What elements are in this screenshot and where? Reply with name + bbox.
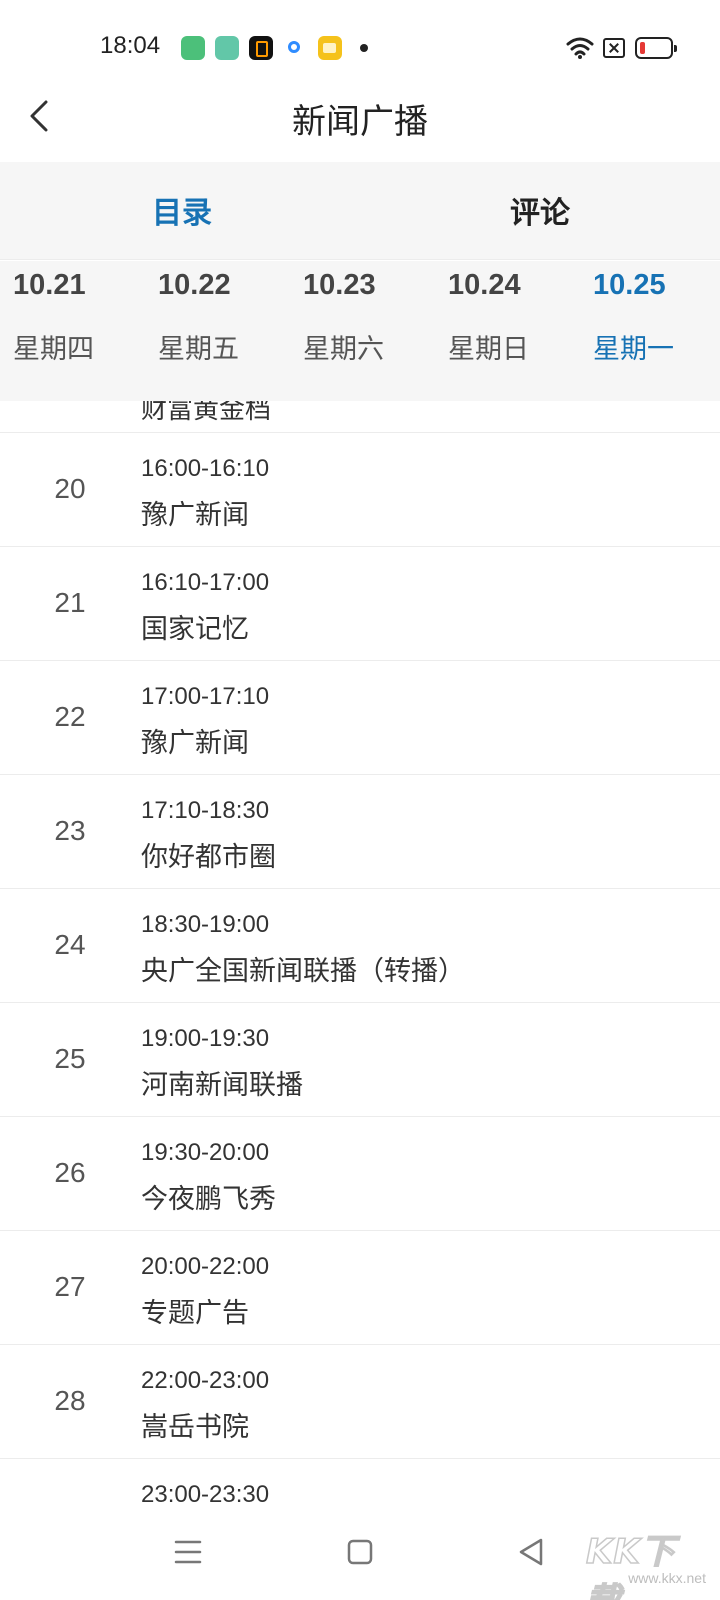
list-item[interactable]: 27 20:00-22:00 专题广告 (0, 1231, 720, 1345)
date-weekday: 星期六 (303, 334, 384, 365)
home-square-icon[interactable] (340, 1532, 380, 1572)
watermark-url: www.kkx.net (628, 1570, 706, 1586)
date-weekday: 星期日 (448, 334, 529, 365)
watermark-logo: KK下载 (585, 1531, 676, 1600)
program-name: 央广全国新闻联播（转播） (141, 956, 465, 987)
notification-app-icon (283, 36, 307, 60)
program-list[interactable]: 财富黄金档 20 16:00-16:10 豫广新闻 21 16:10-17:00… (0, 401, 720, 1510)
date-selector: 10.21 星期四 10.22 星期五 10.23 星期六 10.24 星期日 … (0, 261, 720, 401)
tab-comments[interactable]: 评论 (510, 188, 570, 232)
page-title: 新闻广播 (292, 102, 428, 142)
program-name: 你好都市圈 (141, 842, 276, 873)
program-time: 17:10-18:30 (141, 797, 270, 824)
tab-catalog[interactable]: 目录 (152, 188, 212, 232)
program-time: 16:00-16:10 (141, 455, 270, 482)
program-number: 26 (54, 1157, 86, 1188)
date-weekday: 星期一 (593, 334, 674, 365)
program-time: 19:00-19:30 (141, 1025, 270, 1052)
wifi-icon (566, 37, 594, 59)
header: 新闻广播 (0, 80, 720, 162)
program-number: 21 (54, 587, 86, 618)
program-time: 19:30-20:00 (141, 1139, 270, 1166)
program-time-partial: 23:00-23:30 (141, 1481, 270, 1508)
program-time: 17:00-17:10 (141, 683, 270, 710)
program-name: 今夜鹏飞秀 (141, 1184, 276, 1215)
more-notifications-dot-icon (360, 44, 368, 52)
program-name: 豫广新闻 (141, 728, 249, 759)
notification-app-icon (181, 36, 205, 60)
program-time: 20:00-22:00 (141, 1253, 270, 1280)
date-weekday: 星期五 (158, 334, 239, 365)
program-name: 国家记忆 (141, 614, 249, 645)
date-number: 10.24 (448, 269, 521, 301)
system-nav-bar: KK下载 www.kkx.net (0, 1510, 720, 1600)
date-item-1025[interactable]: 10.25 星期一 (580, 261, 720, 401)
date-number: 10.21 (13, 269, 86, 301)
date-item-1023[interactable]: 10.23 星期六 (290, 261, 430, 401)
date-number: 10.23 (303, 269, 376, 301)
program-number: 23 (54, 815, 86, 846)
list-item[interactable]: 28 22:00-23:00 嵩岳书院 (0, 1345, 720, 1459)
list-item[interactable]: 25 19:00-19:30 河南新闻联播 (0, 1003, 720, 1117)
watermark: KK下载 www.kkx.net (566, 1524, 706, 1600)
date-item-1024[interactable]: 10.24 星期日 (435, 261, 575, 401)
notification-mail-icon (318, 36, 342, 60)
notification-app-icon (249, 36, 273, 60)
program-time: 18:30-19:00 (141, 911, 270, 938)
list-item[interactable]: 24 18:30-19:00 央广全国新闻联播（转播） (0, 889, 720, 1003)
date-item-1022[interactable]: 10.22 星期五 (145, 261, 285, 401)
list-item[interactable]: 21 16:10-17:00 国家记忆 (0, 547, 720, 661)
battery-low-icon (635, 37, 677, 59)
program-number: 27 (54, 1271, 86, 1302)
date-number: 10.25 (593, 269, 666, 301)
program-name: 专题广告 (141, 1298, 249, 1329)
program-time: 16:10-17:00 (141, 569, 270, 596)
list-item[interactable]: 22 17:00-17:10 豫广新闻 (0, 661, 720, 775)
list-item-partial: 财富黄金档 (141, 401, 272, 425)
program-name: 河南新闻联播 (141, 1070, 303, 1101)
program-name: 嵩岳书院 (141, 1412, 249, 1443)
program-number: 22 (54, 701, 86, 732)
menu-icon[interactable] (168, 1532, 208, 1572)
no-sim-icon (603, 38, 625, 58)
date-weekday: 星期四 (13, 334, 94, 365)
list-item[interactable]: 20 16:00-16:10 豫广新闻 (0, 433, 720, 547)
program-number: 28 (54, 1385, 86, 1416)
list-item[interactable]: 26 19:30-20:00 今夜鹏飞秀 (0, 1117, 720, 1231)
date-number: 10.22 (158, 269, 231, 301)
back-triangle-icon[interactable] (512, 1532, 552, 1572)
status-time: 18:04 (100, 32, 161, 59)
program-number: 24 (54, 929, 86, 960)
date-item-1021[interactable]: 10.21 星期四 (0, 261, 140, 401)
battery-level (640, 42, 645, 54)
program-time: 22:00-23:00 (141, 1367, 270, 1394)
program-number: 20 (54, 473, 86, 504)
program-number: 25 (54, 1043, 86, 1074)
tab-bar: 目录 评论 (0, 162, 720, 260)
notification-app-icon (215, 36, 239, 60)
list-item[interactable]: 23 17:10-18:30 你好都市圈 (0, 775, 720, 889)
program-name: 豫广新闻 (141, 500, 249, 531)
